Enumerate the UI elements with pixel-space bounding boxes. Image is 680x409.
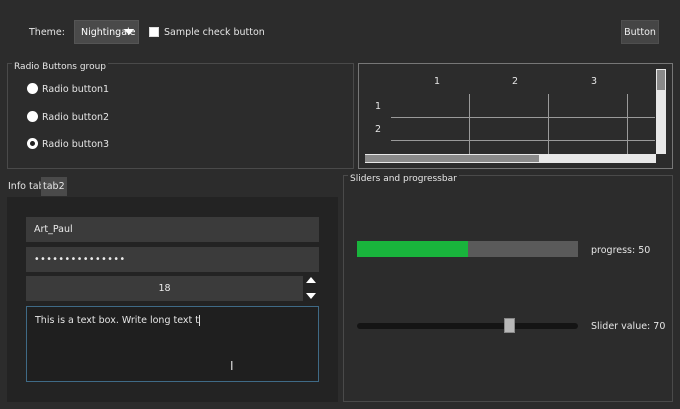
i-beam-cursor-icon: I [230,359,234,373]
theme-label: Theme: [29,27,65,38]
slider-track[interactable] [357,323,578,329]
spin-up-icon[interactable] [306,277,316,283]
radio-group-title: Radio Buttons group [12,62,108,72]
tab-info[interactable]: Info tab [8,181,45,192]
table-column-header-3[interactable]: 3 [591,76,597,87]
radio-button-1-label[interactable]: Radio button1 [42,84,109,95]
text-box[interactable]: This is a text box. Write long text t [26,306,319,382]
table-column-header-1[interactable]: 1 [434,76,440,87]
theme-dropdown[interactable]: Nightingale [74,20,139,44]
sliders-group: Sliders and progressbar [343,174,673,402]
chevron-down-icon [124,29,134,35]
spin-box[interactable]: 18 [26,276,303,301]
progress-bar-fill [357,241,468,257]
table-column-header-2[interactable]: 2 [512,76,518,87]
spin-box-value: 18 [158,283,171,294]
table-row-header-1[interactable]: 1 [375,101,381,112]
tab-panel: Art_Paul ••••••••••••••• 18 This is a te… [7,197,338,402]
password-input[interactable]: ••••••••••••••• [26,247,319,272]
slider-value-label: Slider value: 70 [591,321,666,332]
horizontal-scrollbar-handle[interactable] [365,155,539,162]
spin-down-icon[interactable] [306,293,316,299]
progress-label: progress: 50 [591,245,651,256]
radio-button-1[interactable] [27,83,38,94]
progress-bar [357,241,578,257]
radio-button-2-label[interactable]: Radio button2 [42,112,109,123]
radio-button-3[interactable] [28,139,37,148]
main-button[interactable]: Button [621,20,659,44]
tab-tab2[interactable]: tab2 [41,177,67,196]
table-widget: 1 2 3 1 2 [358,63,673,169]
text-box-content: This is a text box. Write long text t [35,315,199,326]
slider-handle[interactable] [504,318,515,333]
radio-button-2[interactable] [27,111,38,122]
sample-checkbox-label[interactable]: Sample check button [164,27,265,38]
sample-checkbox[interactable] [149,27,159,37]
horizontal-scrollbar[interactable] [365,154,656,163]
vertical-scrollbar-handle[interactable] [657,70,665,90]
text-cursor [198,315,200,326]
table-row-header-2[interactable]: 2 [375,124,381,135]
table-grid[interactable] [391,94,655,154]
sliders-group-title: Sliders and progressbar [348,174,459,184]
name-input[interactable]: Art_Paul [26,217,319,242]
vertical-scrollbar[interactable] [656,69,666,154]
radio-button-3-label[interactable]: Radio button3 [42,139,109,150]
